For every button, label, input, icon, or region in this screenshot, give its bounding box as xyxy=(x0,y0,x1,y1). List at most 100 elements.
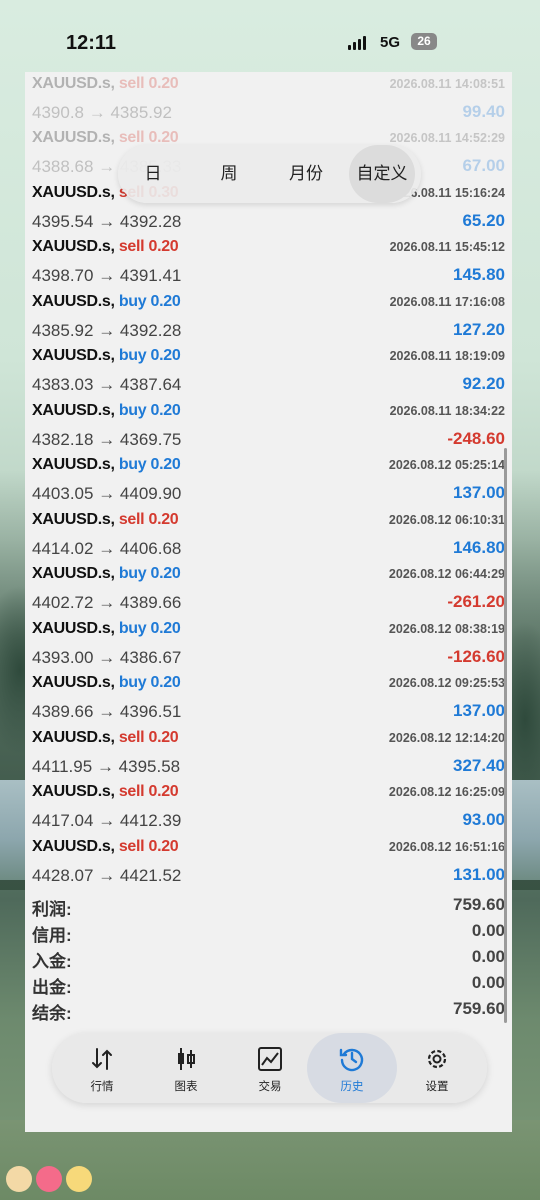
trade-side: sell xyxy=(118,238,145,255)
trade-row[interactable]: XAUUSD.s, buy 0.20 2026.08.11 18:34:22 438… xyxy=(32,402,507,456)
nav-quotes[interactable]: 行情 xyxy=(60,1033,144,1103)
trade-profit: -261.20 xyxy=(447,592,505,611)
trade-profit: 65.20 xyxy=(462,211,505,230)
trade-row[interactable]: XAUUSD.s, sell 0.20 2026.08.12 16:51:16 44… xyxy=(32,838,507,892)
trade-lot: 0.20 xyxy=(148,783,179,800)
trade-profit: -248.60 xyxy=(447,429,505,448)
symbol-text: XAUUSD.s, xyxy=(32,565,115,582)
trade-symbol: XAUUSD.s, buy 0.20 xyxy=(32,293,181,311)
trade-side: buy xyxy=(118,620,147,637)
nav-chart[interactable]: 图表 xyxy=(144,1033,228,1103)
arrow-icon: → xyxy=(98,811,116,830)
arrow-icon: → xyxy=(98,375,116,394)
open-price: 4383.03 xyxy=(32,375,94,394)
summary-label: 入金: xyxy=(32,952,72,971)
trade-symbol: XAUUSD.s, buy 0.20 xyxy=(32,674,181,692)
quotes-arrows-icon xyxy=(92,1048,112,1070)
symbol-text: XAUUSD.s, xyxy=(32,184,115,201)
trade-side: sell xyxy=(118,729,145,746)
nav-label: 行情 xyxy=(90,1081,114,1093)
symbol-text: XAUUSD.s, xyxy=(32,347,115,364)
trade-side: buy xyxy=(118,347,147,364)
trade-side: sell xyxy=(118,511,145,528)
trade-row[interactable]: XAUUSD.s, buy 0.20 2026.08.11 18:19:09 438… xyxy=(32,347,507,401)
period-selector: 日 周 月份 自定义 xyxy=(118,145,421,203)
trade-symbol: XAUUSD.s, sell 0.20 xyxy=(32,238,179,256)
trade-row[interactable]: XAUUSD.s, buy 0.20 2026.08.11 17:16:08 438… xyxy=(32,293,507,347)
trade-prices: 4395.54 → 4392.28 xyxy=(32,212,181,232)
trade-row[interactable]: XAUUSD.s, sell 0.20 2026.08.12 06:10:31 44… xyxy=(32,511,507,565)
nav-settings[interactable]: 设置 xyxy=(395,1033,479,1103)
arrow-icon: → xyxy=(98,430,116,449)
summary-row: 出金: 0.00 xyxy=(32,973,507,999)
trade-row[interactable]: XAUUSD.s, sell 0.20 2026.08.11 15:45:12 43… xyxy=(32,238,507,292)
summary-label: 出金: xyxy=(32,978,72,997)
trade-side: sell xyxy=(118,129,145,146)
open-price: 4395.54 xyxy=(32,212,94,231)
arrow-icon: → xyxy=(98,539,116,558)
close-price: 4385.92 xyxy=(110,103,172,122)
open-price: 4388.68 xyxy=(32,157,94,176)
trade-profit: 137.00 xyxy=(453,701,505,720)
nav-history[interactable]: 历史 xyxy=(307,1033,397,1103)
close-price: 4395.58 xyxy=(118,757,181,776)
trade-profit: 327.40 xyxy=(453,756,505,775)
tab-day[interactable]: 日 xyxy=(128,145,178,203)
trade-lot: 0.20 xyxy=(150,565,181,582)
trade-row[interactable]: XAUUSD.s, buy 0.20 2026.08.12 05:25:14 440… xyxy=(32,456,507,510)
trade-time: 2026.08.12 08:38:19 xyxy=(388,622,505,636)
trade-row[interactable]: XAUUSD.s, buy 0.20 2026.08.12 06:44:29 440… xyxy=(32,565,507,619)
summary-value: 0.00 xyxy=(471,921,505,940)
trade-side: sell xyxy=(118,75,145,92)
trade-lot: 0.20 xyxy=(148,511,179,528)
summary-value: 759.60 xyxy=(453,895,505,914)
heart-emoji-icon xyxy=(36,1166,62,1192)
summary-row: 结余: 759.60 xyxy=(32,999,507,1025)
trade-symbol: XAUUSD.s, buy 0.20 xyxy=(32,456,181,474)
tab-custom[interactable]: 自定义 xyxy=(349,145,415,203)
open-price: 4417.04 xyxy=(32,811,94,830)
summary-row: 信用: 0.00 xyxy=(32,921,507,947)
nav-trade[interactable]: 交易 xyxy=(228,1033,312,1103)
symbol-text: XAUUSD.s, xyxy=(32,620,115,637)
trade-symbol: XAUUSD.s, buy 0.20 xyxy=(32,347,181,365)
summary-row: 利润: 759.60 xyxy=(32,895,507,921)
trade-lot: 0.20 xyxy=(150,347,181,364)
trade-profit: 131.00 xyxy=(453,865,505,884)
status-bar: 12:11 5G 26 xyxy=(0,0,540,80)
close-price: 4406.68 xyxy=(119,539,182,558)
trade-prices: 4393.00 → 4386.67 xyxy=(32,648,181,668)
trade-side: buy xyxy=(118,293,147,310)
trade-profit: 137.00 xyxy=(453,483,505,502)
arrow-icon: → xyxy=(98,648,116,667)
symbol-text: XAUUSD.s, xyxy=(32,511,115,528)
close-price: 4391.41 xyxy=(119,266,182,285)
trade-lot: 0.20 xyxy=(150,293,181,310)
crown-emoji-icon xyxy=(66,1166,92,1192)
close-price: 4392.28 xyxy=(119,321,182,340)
trade-time: 2026.08.12 06:10:31 xyxy=(388,513,505,527)
arrow-icon: → xyxy=(96,757,114,776)
trade-prices: 4402.72 → 4389.66 xyxy=(32,593,181,613)
trade-row[interactable]: XAUUSD.s, buy 0.20 2026.08.12 09:25:53 438… xyxy=(32,674,507,728)
trade-row[interactable]: XAUUSD.s, sell 0.20 2026.08.12 12:14:20 44… xyxy=(32,729,507,783)
trade-prices: 4382.18 → 4369.75 xyxy=(32,430,181,450)
tab-week[interactable]: 周 xyxy=(204,145,254,203)
summary-label: 信用: xyxy=(32,926,72,945)
trade-lot: 0.20 xyxy=(150,620,181,637)
trade-row[interactable]: XAUUSD.s, sell 0.20 2026.08.12 16:25:09 44… xyxy=(32,783,507,837)
nav-label: 交易 xyxy=(258,1081,282,1093)
tab-month[interactable]: 月份 xyxy=(278,145,334,203)
close-price: 4421.52 xyxy=(119,866,182,885)
close-price: 4386.67 xyxy=(119,648,182,667)
close-price: 4412.39 xyxy=(119,811,182,830)
symbol-text: XAUUSD.s, xyxy=(32,129,115,146)
summary-value: 759.60 xyxy=(453,999,505,1018)
scrollbar[interactable] xyxy=(504,448,507,1023)
trade-row[interactable]: XAUUSD.s, sell 0.20 2026.08.11 14:08:51 43… xyxy=(32,75,507,129)
nav-label: 设置 xyxy=(425,1081,449,1093)
trade-row[interactable]: XAUUSD.s, buy 0.20 2026.08.12 08:38:19 439… xyxy=(32,620,507,674)
arrow-icon: → xyxy=(98,157,116,176)
arrow-icon: → xyxy=(98,266,116,285)
trade-time: 2026.08.12 16:25:09 xyxy=(388,785,505,799)
